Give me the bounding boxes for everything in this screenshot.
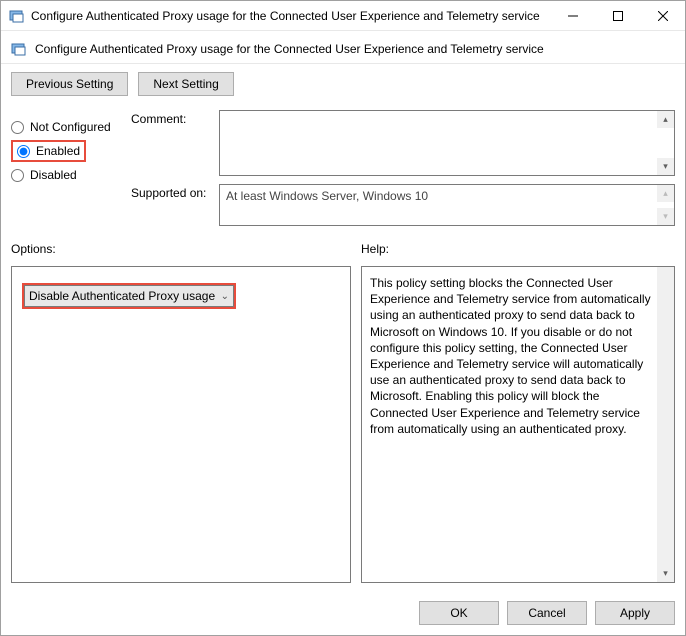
dropdown-value: Disable Authenticated Proxy usage [29,289,215,303]
footer-buttons: OK Cancel Apply [1,593,685,635]
scroll-up-icon[interactable]: ▴ [657,111,674,128]
comment-row: Comment: ▴ ▾ [131,110,675,176]
radio-enabled[interactable]: Enabled [17,144,80,158]
titlebar: Configure Authenticated Proxy usage for … [1,1,685,31]
options-label: Options: [11,242,351,256]
help-box: This policy setting blocks the Connected… [361,266,675,583]
highlight-enabled: Enabled [11,140,86,162]
scroll-down-icon: ▾ [657,208,674,225]
maximize-button[interactable] [595,1,640,30]
previous-setting-button[interactable]: Previous Setting [11,72,128,96]
highlight-dropdown: Disable Authenticated Proxy usage ⌄ [22,283,236,309]
fields-column: Comment: ▴ ▾ Supported on: At least Wind… [131,110,675,226]
radio-not-configured-input[interactable] [11,121,24,134]
policy-editor-window: Configure Authenticated Proxy usage for … [0,0,686,636]
scroll-down-icon[interactable]: ▾ [657,565,674,582]
state-radio-group: Not Configured Enabled Disabled [11,110,121,226]
radio-not-configured[interactable]: Not Configured [11,120,121,134]
radio-enabled-input[interactable] [17,145,30,158]
cancel-button[interactable]: Cancel [507,601,587,625]
radio-disabled-label: Disabled [30,168,77,182]
header-title: Configure Authenticated Proxy usage for … [35,42,544,56]
scroll-down-icon[interactable]: ▾ [657,158,674,175]
header-strip: Configure Authenticated Proxy usage for … [1,31,685,64]
radio-disabled-input[interactable] [11,169,24,182]
help-scrollbar[interactable] [657,267,674,582]
supported-row: Supported on: At least Windows Server, W… [131,184,675,226]
close-button[interactable] [640,1,685,30]
supported-label: Supported on: [131,184,219,226]
options-box: Disable Authenticated Proxy usage ⌄ [11,266,351,583]
proxy-usage-dropdown[interactable]: Disable Authenticated Proxy usage ⌄ [24,285,234,307]
supported-on-box: At least Windows Server, Windows 10 ▴ ▾ [219,184,675,226]
radio-enabled-label: Enabled [36,144,80,158]
help-text: This policy setting blocks the Connected… [362,267,674,445]
supported-on-value: At least Windows Server, Windows 10 [226,189,428,203]
help-label: Help: [361,242,675,256]
settings-top-area: Not Configured Enabled Disabled Comment:… [1,104,685,232]
policy-icon [11,41,27,57]
scroll-up-icon: ▴ [657,185,674,202]
nav-row: Previous Setting Next Setting [1,64,685,104]
options-pane: Options: Disable Authenticated Proxy usa… [11,242,351,583]
options-inner: Disable Authenticated Proxy usage ⌄ [12,267,350,325]
chevron-down-icon: ⌄ [221,291,229,302]
app-icon [9,8,25,24]
radio-not-configured-label: Not Configured [30,120,111,134]
next-setting-button[interactable]: Next Setting [138,72,233,96]
apply-button[interactable]: Apply [595,601,675,625]
radio-disabled[interactable]: Disabled [11,168,121,182]
lower-panes: Options: Disable Authenticated Proxy usa… [1,232,685,593]
window-controls [550,1,685,30]
ok-button[interactable]: OK [419,601,499,625]
help-pane: Help: This policy setting blocks the Con… [361,242,675,583]
comment-textarea[interactable]: ▴ ▾ [219,110,675,176]
comment-label: Comment: [131,110,219,176]
window-title: Configure Authenticated Proxy usage for … [31,9,550,23]
minimize-button[interactable] [550,1,595,30]
